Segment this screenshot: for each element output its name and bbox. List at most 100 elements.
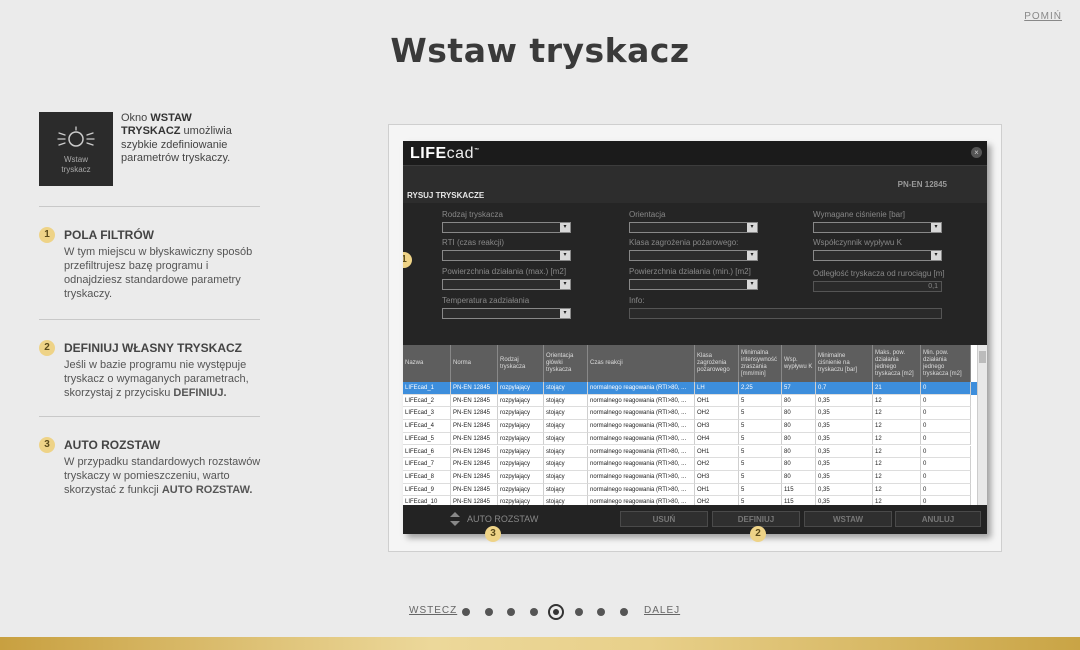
- page-dot[interactable]: [529, 608, 538, 616]
- k-factor-select[interactable]: ▾: [813, 250, 942, 261]
- define-button[interactable]: DEFINIUJ: [712, 511, 800, 527]
- table-cell: OH3: [695, 420, 739, 433]
- table-cell: OH1: [695, 445, 739, 459]
- table-row[interactable]: LIFEcad_2 PN-EN 12845 rozpylający stojący no…: [403, 394, 977, 408]
- table-cell: 5: [739, 432, 782, 446]
- table-cell: stojący: [544, 382, 588, 395]
- table-cell: 0,35: [816, 458, 873, 471]
- info-field: [629, 308, 942, 319]
- table-cell: normalnego reagowania (RTI>80, ...: [588, 445, 695, 459]
- column-header[interactable]: Klasa zagrożenia pożarowego: [695, 345, 739, 382]
- cancel-button[interactable]: ANULUJ: [895, 511, 981, 527]
- table-cell: 0,35: [816, 470, 873, 484]
- column-header[interactable]: Orientacja główki tryskacza: [544, 345, 588, 382]
- auto-layout-button[interactable]: AUTO ROZSTAW: [467, 514, 538, 524]
- table-cell: 0,35: [816, 420, 873, 433]
- table-row[interactable]: LIFEcad_8 PN-EN 12845 rozpylający stojący no…: [403, 470, 977, 484]
- table-cell: normalnego reagowania (RTI>80, ...: [588, 483, 695, 497]
- column-header[interactable]: Norma: [451, 345, 498, 382]
- table-cell: stojący: [544, 483, 588, 497]
- table-row[interactable]: LIFEcad_5 PN-EN 12845 rozpylający stojący no…: [403, 432, 977, 446]
- area-max-select[interactable]: ▾: [442, 279, 571, 290]
- table-cell: 0,35: [816, 407, 873, 421]
- area-min-select[interactable]: ▾: [629, 279, 758, 290]
- table-cell: 0: [921, 470, 971, 484]
- norm-label: PN-EN 12845: [897, 180, 947, 189]
- window-header: RYSUJ TRYSKACZE PN-EN 12845: [403, 165, 987, 203]
- table-row[interactable]: LIFEcad_6 PN-EN 12845 rozpylający stojący no…: [403, 445, 977, 459]
- table-cell: LIFEcad_8: [403, 470, 451, 484]
- table-cell: 0,7: [816, 382, 873, 395]
- dropdown-arrow-icon: ▾: [560, 251, 570, 260]
- dropdown-arrow-icon: ▾: [931, 251, 941, 260]
- table-row[interactable]: LIFEcad_4 PN-EN 12845 rozpylający stojący no…: [403, 420, 977, 433]
- table-cell: 5: [739, 445, 782, 459]
- table-cell: LIFEcad_5: [403, 432, 451, 446]
- table-row[interactable]: LIFEcad_3 PN-EN 12845 rozpylający stojący no…: [403, 407, 977, 421]
- temperature-select[interactable]: ▾: [442, 308, 571, 319]
- table-cell: 0,35: [816, 432, 873, 446]
- page-dot[interactable]: [507, 608, 515, 616]
- column-header[interactable]: Czas reakcji: [588, 345, 695, 382]
- table-cell: 80: [782, 445, 816, 459]
- auto-layout-arrows-icon: [450, 512, 460, 526]
- page-dot[interactable]: [462, 608, 470, 616]
- orientation-select[interactable]: ▾: [629, 222, 758, 233]
- table-cell: LIFEcad_10: [403, 496, 451, 505]
- column-header[interactable]: Min. pow. działania jednego tryskacza [m…: [921, 345, 971, 382]
- filter-label: Powierzchnia działania (min.) [m2]: [629, 267, 751, 276]
- filter-label: Odległość tryskacza od rurociągu [m]: [813, 269, 945, 278]
- table-cell: 5: [739, 407, 782, 421]
- sprinkler-type-select[interactable]: ▾: [442, 222, 571, 233]
- column-header[interactable]: Minimalna intensywność zraszania [mm/min…: [739, 345, 782, 382]
- table-cell: 115: [782, 483, 816, 497]
- rti-select[interactable]: ▾: [442, 250, 571, 261]
- pipe-distance-input[interactable]: 0,1: [813, 281, 942, 292]
- table-cell: rozpylający: [498, 420, 544, 433]
- insert-button[interactable]: WSTAW: [804, 511, 892, 527]
- table-cell: OH1: [695, 394, 739, 408]
- page-title: Wstaw tryskacz: [390, 31, 690, 70]
- column-header[interactable]: Minimalne ciśnienie na tryskaczu [bar]: [816, 345, 873, 382]
- callout-badge-3: 3: [485, 526, 501, 542]
- table-row[interactable]: LIFEcad_10 PN-EN 12845 rozpylający stojący n…: [403, 496, 977, 505]
- table-cell: 80: [782, 458, 816, 471]
- page-dot[interactable]: [484, 608, 493, 616]
- column-header[interactable]: Nazwa: [403, 345, 451, 382]
- table-cell: LIFEcad_6: [403, 445, 451, 459]
- table-cell: PN-EN 12845: [451, 470, 498, 484]
- page-dot[interactable]: [548, 604, 564, 620]
- table-cell: 0,35: [816, 394, 873, 408]
- table-cell: 0: [921, 407, 971, 421]
- delete-button[interactable]: USUŃ: [620, 511, 708, 527]
- hazard-class-select[interactable]: ▾: [629, 250, 758, 261]
- scrollbar-thumb[interactable]: [979, 351, 986, 363]
- column-header[interactable]: Rodzaj tryskacza: [498, 345, 544, 382]
- page-dot[interactable]: [619, 608, 628, 616]
- table-cell: rozpylający: [498, 407, 544, 421]
- table-cell: normalnego reagowania (RTI>80, ...: [588, 407, 695, 421]
- filter-label: Info:: [629, 296, 645, 305]
- skip-link[interactable]: POMIŃ: [1024, 11, 1062, 22]
- table-scrollbar[interactable]: [977, 345, 987, 505]
- filter-label: Klasa zagrożenia pożarowego:: [629, 238, 739, 247]
- table-cell: normalnego reagowania (RTI>80, ...: [588, 496, 695, 505]
- table-row[interactable]: LIFEcad_9 PN-EN 12845 rozpylający stojący no…: [403, 483, 977, 497]
- table-cell: PN-EN 12845: [451, 394, 498, 408]
- table-cell: 12: [873, 407, 921, 421]
- table-row[interactable]: LIFEcad_1 PN-EN 12845 rozpylający stojący no…: [403, 382, 977, 395]
- prev-link[interactable]: WSTECZ: [409, 605, 457, 616]
- next-link[interactable]: DALEJ: [644, 605, 680, 616]
- dropdown-arrow-icon: ▾: [560, 223, 570, 232]
- column-header[interactable]: Wsp. wypływu K: [782, 345, 816, 382]
- table-cell: normalnego reagowania (RTI>80, ...: [588, 470, 695, 484]
- table-cell: 5: [739, 483, 782, 497]
- page-dot[interactable]: [597, 608, 605, 616]
- column-header[interactable]: Maks. pow. działania jednego tryskacza […: [873, 345, 921, 382]
- close-icon[interactable]: ×: [971, 147, 982, 158]
- table-cell: 12: [873, 394, 921, 408]
- page-dot[interactable]: [574, 608, 583, 616]
- pressure-select[interactable]: ▾: [813, 222, 942, 233]
- table-cell: 21: [873, 382, 921, 395]
- table-row[interactable]: LIFEcad_7 PN-EN 12845 rozpylający stojący no…: [403, 458, 977, 471]
